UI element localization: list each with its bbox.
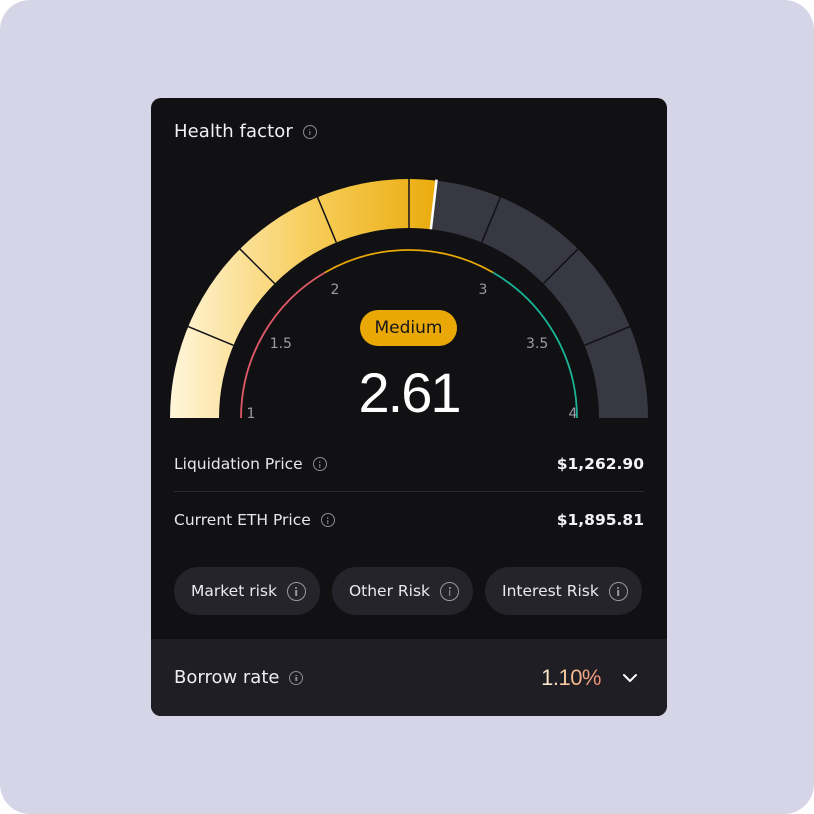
info-icon[interactable] bbox=[320, 513, 335, 527]
tick-label: 2 bbox=[331, 282, 340, 298]
tick-label: 1 bbox=[247, 406, 256, 422]
current-price-label: Current ETH Price bbox=[174, 511, 311, 529]
chip-label: Market risk bbox=[191, 582, 277, 600]
status-badge: Medium bbox=[360, 310, 457, 346]
info-icon[interactable] bbox=[289, 670, 304, 685]
info-icon bbox=[286, 581, 306, 601]
scale-arc-medium-risk bbox=[324, 249, 494, 274]
market-risk-chip[interactable]: Market risk bbox=[174, 567, 320, 615]
current-price-value: $1,895.81 bbox=[556, 511, 644, 529]
health-factor-value: 2.61 bbox=[358, 361, 462, 424]
info-icon bbox=[608, 581, 628, 601]
chip-label: Interest Risk bbox=[502, 582, 599, 600]
other-risk-chip[interactable]: Other Risk bbox=[331, 567, 474, 615]
tick-label: 1.5 bbox=[270, 336, 292, 352]
risk-chips: Market risk Other Risk Interest Risk bbox=[174, 567, 642, 615]
divider bbox=[174, 491, 644, 492]
borrow-rate-bar[interactable]: Borrow rate 1.10% bbox=[151, 639, 667, 716]
health-factor-card: Health factor 1 1.5 2 3 3.5 4 Medium 2.61 Liq… bbox=[151, 98, 667, 716]
borrow-rate-value: 1.10% bbox=[541, 664, 601, 690]
liquidation-price-row: Liquidation Price $1,262.90 bbox=[174, 452, 644, 476]
liquidation-price-value: $1,262.90 bbox=[556, 455, 644, 473]
background-frame: Health factor 1 1.5 2 3 3.5 4 Medium 2.61 Liq… bbox=[0, 0, 814, 814]
interest-risk-chip[interactable]: Interest Risk bbox=[485, 567, 642, 615]
liquidation-price-label: Liquidation Price bbox=[174, 455, 303, 473]
borrow-rate-label: Borrow rate bbox=[174, 667, 280, 688]
tick-label: 3.5 bbox=[526, 336, 548, 352]
info-icon[interactable] bbox=[312, 457, 327, 471]
current-price-row: Current ETH Price $1,895.81 bbox=[174, 508, 644, 532]
tick-label: 4 bbox=[569, 406, 578, 422]
chip-label: Other Risk bbox=[348, 582, 431, 600]
chevron-down-icon[interactable] bbox=[621, 669, 639, 687]
tick-label: 3 bbox=[479, 282, 488, 298]
info-icon bbox=[440, 581, 460, 601]
